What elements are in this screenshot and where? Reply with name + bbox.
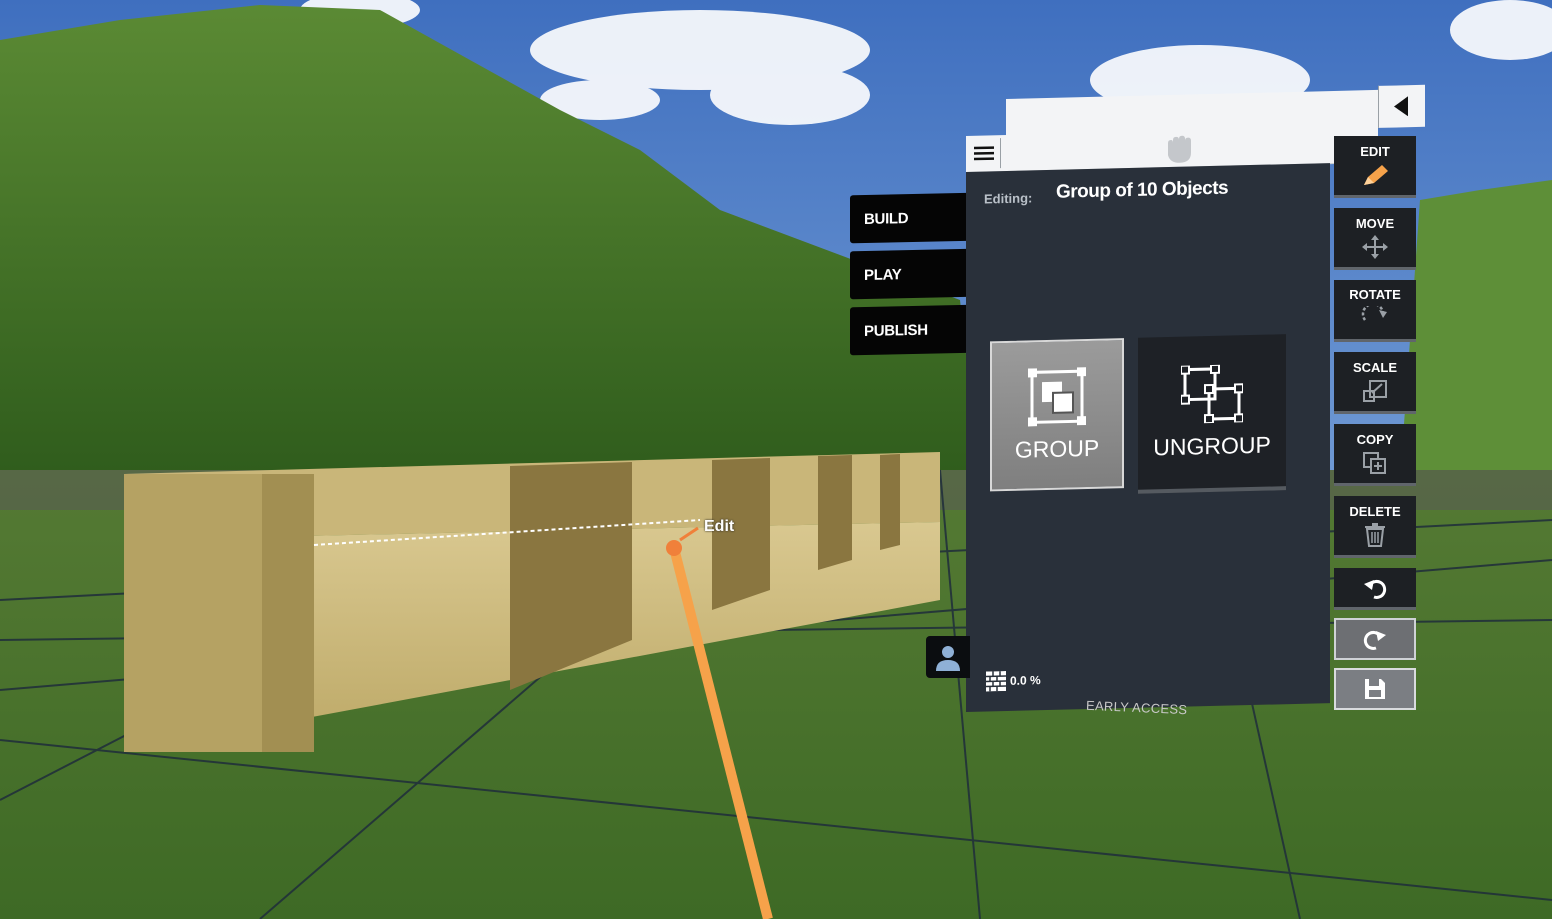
menu-button[interactable] [968, 138, 1001, 169]
save-icon [1365, 679, 1385, 699]
tool-column: EDIT MOVE ROTATE SCALE COPY DELETE [1334, 136, 1424, 718]
memory-usage-value: 0.0 % [1010, 673, 1041, 688]
brick-wall-icon [986, 671, 1006, 692]
ungroup-label: UNGROUP [1153, 431, 1271, 460]
scale-icon [1363, 380, 1387, 402]
trash-icon [1365, 523, 1385, 547]
editing-label: Editing: [984, 190, 1033, 207]
edit-tool-button[interactable]: EDIT [1334, 136, 1416, 198]
edit-tool-label: EDIT [1360, 144, 1390, 159]
delete-tool-label: DELETE [1349, 504, 1401, 519]
editing-target-name: Group of 10 Objects [1056, 177, 1229, 203]
tab-publish[interactable]: PUBLISH [850, 304, 972, 356]
pointer-tooltip: Edit [704, 518, 735, 535]
collapse-panel-button[interactable] [1378, 84, 1425, 128]
memory-usage: 0.0 % [986, 670, 1041, 692]
ungroup-icon [1181, 363, 1243, 424]
rotate-icon [1361, 306, 1387, 321]
copy-tool-label: COPY [1356, 432, 1394, 447]
undo-button[interactable] [1334, 568, 1416, 610]
user-icon [936, 646, 960, 671]
group-button[interactable]: GROUP [990, 338, 1124, 492]
rotate-tool-label: ROTATE [1349, 287, 1401, 302]
tab-play[interactable]: PLAY [850, 248, 972, 300]
scale-tool-button[interactable]: SCALE [1334, 352, 1416, 414]
rotate-tool-button[interactable]: ROTATE [1334, 280, 1416, 342]
tab-build[interactable]: BUILD [850, 192, 972, 244]
redo-icon [1363, 631, 1386, 650]
move-tool-button[interactable]: MOVE [1334, 208, 1416, 270]
group-label: GROUP [1014, 434, 1100, 463]
save-button[interactable] [1334, 668, 1416, 710]
triangle-left-icon [1394, 96, 1408, 117]
delete-tool-button[interactable]: DELETE [1334, 496, 1416, 558]
grab-hand-icon[interactable] [1162, 134, 1196, 165]
move-arrows-icon [1362, 235, 1388, 259]
move-tool-label: MOVE [1355, 216, 1395, 231]
ungroup-button[interactable]: UNGROUP [1138, 334, 1286, 494]
mode-tabs: BUILD PLAY PUBLISH [850, 192, 972, 362]
avatar-button[interactable] [926, 636, 970, 678]
copy-icon [1363, 452, 1386, 474]
pencil-icon [1364, 165, 1388, 185]
undo-icon [1364, 579, 1387, 599]
panel-body: Editing: Group of 10 Objects GROUP UNGRO… [966, 163, 1330, 713]
copy-tool-button[interactable]: COPY [1334, 424, 1416, 486]
redo-button[interactable] [1334, 618, 1416, 660]
scale-tool-label: SCALE [1352, 360, 1398, 375]
hamburger-icon [974, 146, 994, 161]
group-icon [1028, 366, 1086, 426]
